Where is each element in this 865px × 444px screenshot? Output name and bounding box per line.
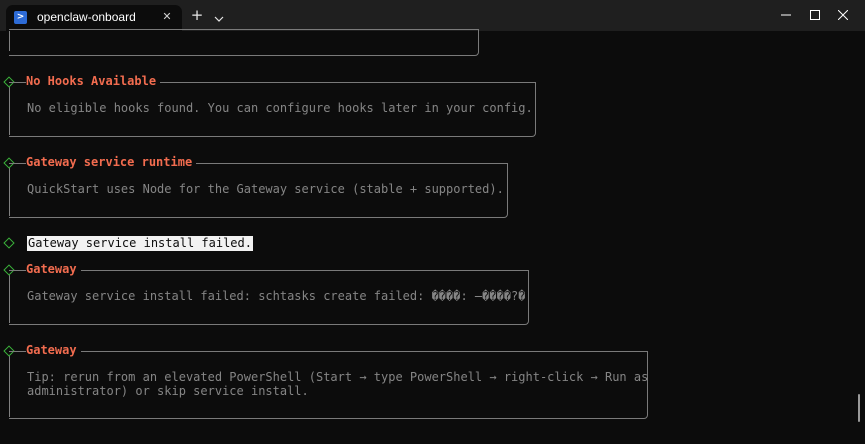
section-box-top [80,351,647,352]
section-title: No Hooks Available [26,74,161,88]
section-title: Gateway [26,262,81,276]
close-tab-icon[interactable]: ✕ [160,10,174,24]
new-tab-button[interactable]: + [190,8,204,23]
section-text: Gateway service install failed: schtasks… [27,289,526,303]
powershell-icon: > [14,11,27,24]
section-title: Gateway [26,343,81,357]
section-text: No eligible hooks found. You can configu… [27,101,533,115]
bullet-diamond-icon [3,237,15,249]
previous-box-border [9,29,479,56]
tab-openclaw-onboard[interactable]: > openclaw-onboard ✕ [6,5,182,31]
minimize-icon [781,14,791,16]
tab-title: openclaw-onboard [37,10,136,24]
scrollbar-thumb[interactable] [858,394,860,422]
error-message: Gateway service install failed. [27,236,253,251]
section-box-top [150,82,535,83]
section-box-top [190,163,507,164]
close-window-button[interactable] [828,0,865,31]
section-text: administrator) or skip service install. [27,384,309,398]
terminal-output[interactable]: No Hooks Available No eligible hooks fou… [0,29,865,444]
chevron-down-icon[interactable] [213,10,225,22]
section-title: Gateway service runtime [26,155,197,169]
section-box-top [80,270,528,271]
section-text: QuickStart uses Node for the Gateway ser… [27,182,504,196]
close-icon [838,10,848,20]
maximize-icon [810,10,820,20]
title-bar: > openclaw-onboard ✕ + [0,0,865,31]
tree-rail [9,31,10,51]
